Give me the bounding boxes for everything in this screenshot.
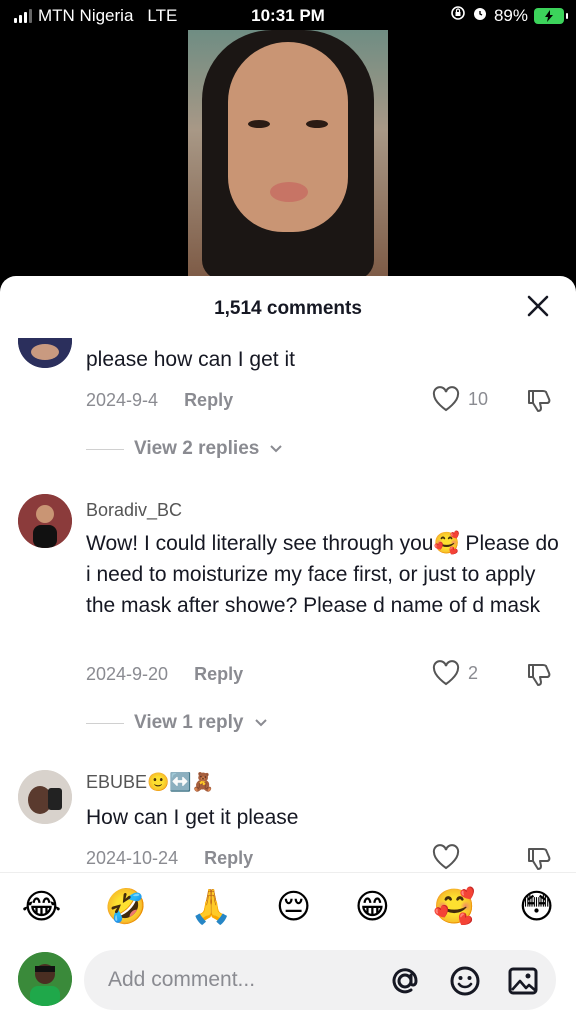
comment-text: How can I get it please xyxy=(86,806,299,829)
chevron-down-icon xyxy=(270,445,283,453)
emoji-button[interactable]: 😔 xyxy=(276,887,311,927)
status-bar: MTN Nigeria LTE 10:31 PM 89% xyxy=(0,0,576,34)
like-button[interactable]: 2 xyxy=(432,660,478,686)
comment-username[interactable]: EBUBE🙂↔️🧸 xyxy=(86,772,214,793)
comment-username[interactable]: Boradiv_BC xyxy=(86,500,182,521)
close-button[interactable] xyxy=(526,294,550,318)
comment-date: 2024-10-24 xyxy=(86,848,179,868)
thumbs-down-icon xyxy=(528,390,551,412)
heart-icon xyxy=(432,844,460,870)
emoji-button[interactable]: 🤣 xyxy=(105,887,147,927)
like-count: 2 xyxy=(468,662,479,683)
thumbs-down-icon xyxy=(528,848,551,870)
video-face xyxy=(228,42,348,232)
comments-count-title: 1,514 comments xyxy=(214,298,362,319)
comment-meta: 2024-10-24 Reply xyxy=(86,848,253,869)
like-button[interactable]: 10 xyxy=(432,386,488,412)
heart-icon xyxy=(432,386,460,412)
image-attach-button[interactable] xyxy=(506,964,540,998)
video-eye-left xyxy=(248,120,270,128)
thumbs-down-icon xyxy=(528,664,551,686)
image-icon xyxy=(508,967,538,995)
alarm-icon xyxy=(472,5,488,26)
emoji-button[interactable]: 😂 xyxy=(22,887,62,927)
reply-button[interactable]: Reply xyxy=(204,848,253,869)
like-count: 10 xyxy=(468,388,489,409)
comments-panel: 1,514 comments please how can I get it 2… xyxy=(0,276,576,1024)
comment-date: 2024-9-20 xyxy=(86,664,169,684)
heart-icon xyxy=(432,660,460,686)
emoji-button[interactable]: 😳 xyxy=(519,887,554,927)
video-eye-right xyxy=(306,120,328,128)
comment-input[interactable] xyxy=(108,962,368,998)
view-replies-button[interactable]: View 1 reply xyxy=(86,712,268,734)
like-button[interactable] xyxy=(432,844,460,870)
comment-meta: 2024-9-20 Reply xyxy=(86,664,243,685)
battery-percent: 89% xyxy=(493,5,528,25)
emoji-button[interactable]: 🥰 xyxy=(433,887,475,927)
emoji-button[interactable]: 😁 xyxy=(355,887,390,927)
video-lips xyxy=(270,182,308,202)
battery-icon xyxy=(534,7,568,24)
comment-input-box[interactable] xyxy=(84,950,556,1010)
view-replies-label: View 1 reply xyxy=(134,712,244,733)
status-right: 89% xyxy=(450,5,568,26)
user-avatar[interactable] xyxy=(18,952,72,1006)
emoji-button[interactable]: 🙏 xyxy=(190,887,232,927)
view-replies-label: View 2 replies xyxy=(134,438,260,459)
comment-meta: 2024-9-4 Reply xyxy=(86,390,233,411)
comment-text: Wow! I could literally see through you🥰 … xyxy=(86,532,559,617)
comment-text: please how can I get it xyxy=(86,348,295,371)
reply-button[interactable]: Reply xyxy=(184,390,233,411)
dislike-button[interactable] xyxy=(526,388,552,419)
emoji-picker-button[interactable] xyxy=(448,964,482,998)
chevron-down-icon xyxy=(254,719,267,727)
comment-date: 2024-9-4 xyxy=(86,390,159,410)
divider-line xyxy=(86,448,124,450)
smiley-icon xyxy=(450,966,480,996)
view-replies-button[interactable]: View 2 replies xyxy=(86,438,283,460)
comment-input-row xyxy=(0,946,576,1016)
emoji-bar: 😂 🤣 🙏 😔 😁 🥰 😳 xyxy=(0,872,576,940)
video-preview[interactable] xyxy=(188,30,388,280)
mention-button[interactable] xyxy=(388,964,422,998)
close-icon xyxy=(527,295,549,317)
comment-avatar[interactable] xyxy=(18,770,72,824)
orientation-lock-icon xyxy=(450,5,466,26)
at-sign-icon xyxy=(392,968,418,994)
comment-avatar[interactable] xyxy=(18,494,72,548)
dislike-button[interactable] xyxy=(526,662,552,693)
divider-line xyxy=(86,722,124,724)
reply-button[interactable]: Reply xyxy=(194,664,243,685)
panel-header: 1,514 comments xyxy=(0,276,576,338)
